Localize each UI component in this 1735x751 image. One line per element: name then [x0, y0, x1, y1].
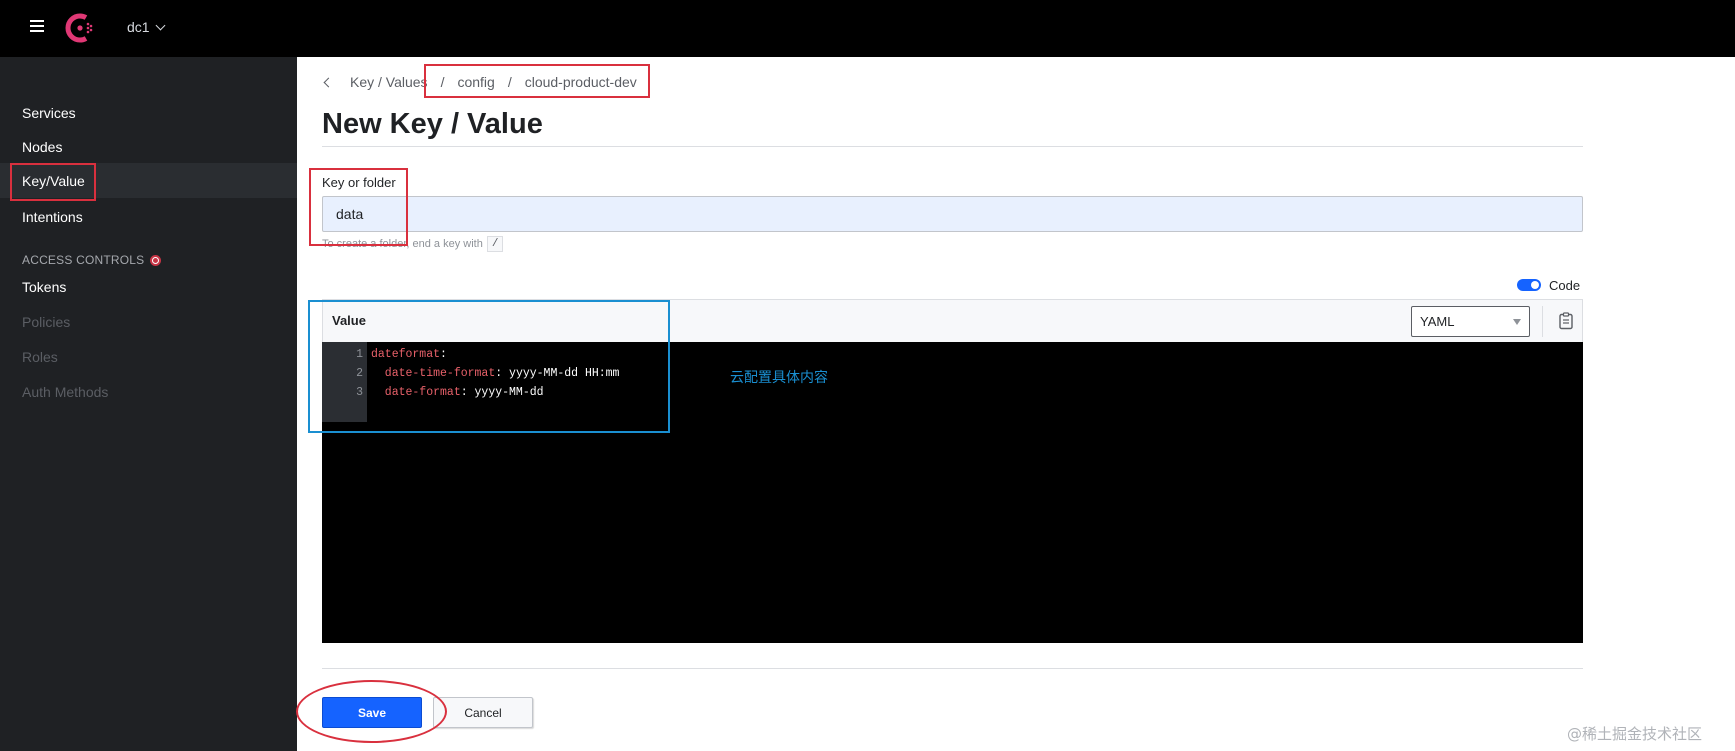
form-footer-divider: [322, 668, 1583, 669]
breadcrumb-separator: /: [507, 74, 512, 90]
help-text: To create a folder, end a key with: [322, 238, 483, 250]
yaml-key: date-time-format: [371, 367, 496, 380]
breadcrumb: Key / Values / config / cloud-product-de…: [323, 72, 637, 92]
watermark: @稀土掘金技术社区: [1567, 725, 1703, 743]
code-line: dateformat:: [371, 348, 447, 361]
title-divider: [322, 146, 1583, 147]
editor-header: Value YAML: [322, 299, 1583, 342]
breadcrumb-cloud-product-dev[interactable]: cloud-product-dev: [525, 74, 637, 90]
code-editor[interactable]: 1 2 3 dateformat: date-time-format: yyyy…: [322, 342, 1583, 643]
sidebar-item-nodes[interactable]: Nodes: [22, 138, 62, 156]
syntax-mode-select[interactable]: YAML: [1411, 306, 1530, 337]
key-field-label: Key or folder: [322, 175, 396, 190]
code-toggle[interactable]: Code: [1517, 277, 1580, 293]
syntax-mode-value: YAML: [1420, 314, 1455, 329]
sidebar-item-services[interactable]: Services: [22, 104, 76, 122]
help-code: /: [486, 236, 504, 252]
chevron-left-icon[interactable]: [323, 77, 334, 87]
chevron-down-icon: [155, 20, 166, 30]
sidebar-item-key-value[interactable]: Key/Value: [22, 172, 85, 190]
yaml-value: : yyyy-MM-dd: [460, 386, 544, 399]
code-line: date-time-format: yyyy-MM-dd HH:mm: [371, 367, 620, 380]
annotation-text: 云配置具体内容: [730, 370, 828, 386]
clipboard-icon[interactable]: [1555, 310, 1577, 332]
toggle-switch[interactable]: [1517, 279, 1541, 291]
cancel-button[interactable]: Cancel: [433, 697, 533, 728]
datacenter-select[interactable]: dc1: [127, 17, 166, 37]
editor-title: Value: [332, 313, 366, 328]
sidebar-item-auth-methods: Auth Methods: [22, 384, 109, 400]
page-title: New Key / Value: [322, 108, 543, 140]
sidebar-item-policies: Policies: [22, 314, 71, 330]
code-toggle-label: Code: [1549, 277, 1581, 293]
header-divider: [1542, 306, 1543, 337]
datacenter-label: dc1: [127, 19, 150, 35]
breadcrumb-root[interactable]: Key / Values: [350, 74, 428, 90]
sidebar-item-roles: Roles: [22, 349, 58, 365]
sidebar-item-tokens[interactable]: Tokens: [22, 278, 66, 296]
line-number: 3: [356, 386, 363, 399]
line-number: 2: [356, 367, 363, 380]
yaml-key: dateformat: [371, 348, 441, 361]
yaml-key: date-format: [371, 386, 461, 399]
menu-icon[interactable]: [30, 19, 44, 33]
access-controls-label: ACCESS CONTROLS: [22, 253, 145, 267]
line-gutter: 1 2 3: [322, 342, 367, 422]
access-controls-section: ACCESS CONTROLS: [22, 253, 162, 267]
caret-down-icon: [1513, 318, 1521, 325]
breadcrumb-separator: /: [440, 74, 445, 90]
sidebar: Services Nodes Key/Value Intentions ACCE…: [0, 57, 297, 751]
yaml-value: : yyyy-MM-dd HH:mm: [495, 367, 620, 380]
save-button[interactable]: Save: [322, 697, 422, 728]
yaml-value: :: [440, 348, 447, 361]
sidebar-item-intentions[interactable]: Intentions: [22, 208, 83, 226]
key-input[interactable]: [322, 196, 1583, 232]
code-line: date-format: yyyy-MM-dd: [371, 386, 544, 399]
key-help-text: To create a folder, end a key with /: [322, 236, 504, 252]
consul-logo[interactable]: [62, 10, 98, 46]
breadcrumb-config[interactable]: config: [457, 74, 494, 90]
top-bar: dc1: [0, 0, 1735, 57]
line-number: 1: [356, 348, 363, 361]
alert-icon: [150, 254, 162, 266]
